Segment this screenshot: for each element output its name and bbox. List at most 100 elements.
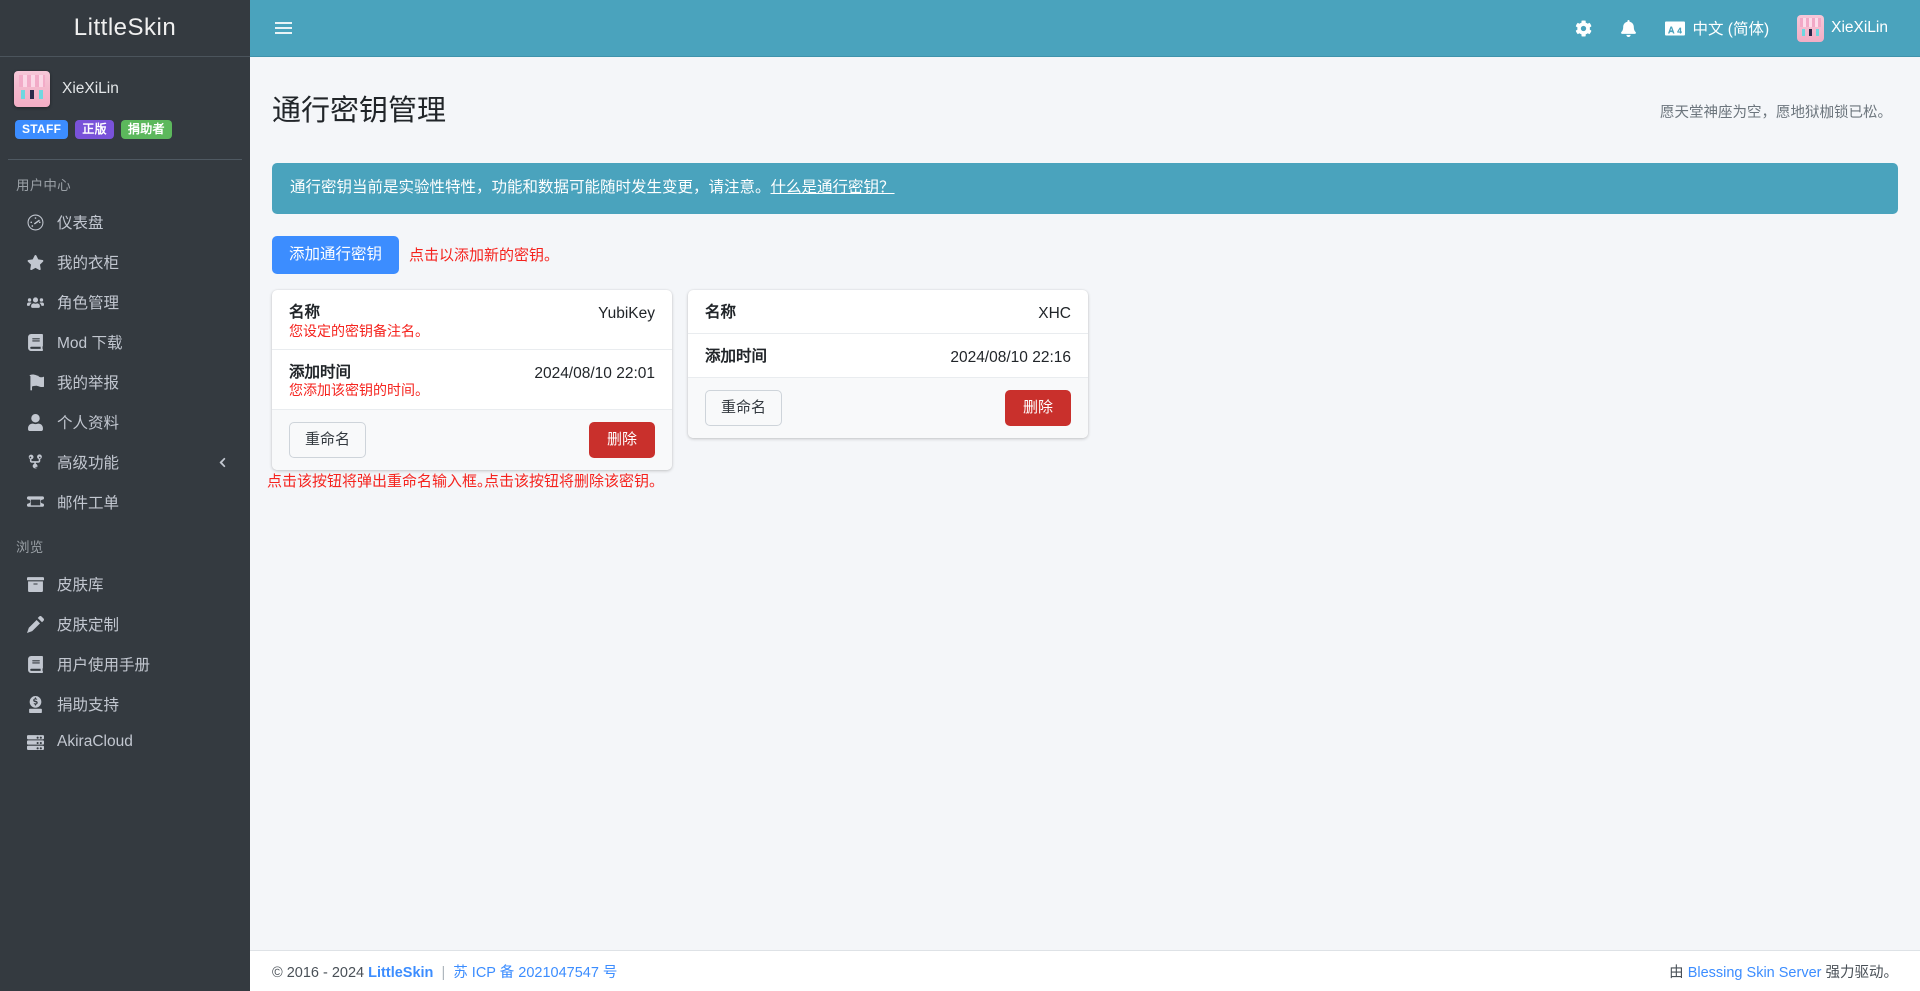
sidebar-item-label: 个人资料 [57,415,120,432]
content-body: 通行密钥当前是实验性特性，功能和数据可能随时发生变更，请注意。什么是通行密钥？ … [250,162,1920,950]
sidebar-item-mod-download[interactable]: Mod 下载 [8,322,242,362]
footer-icp-link[interactable]: 苏 ICP 备 2021047547 号 [453,965,617,981]
topbar: 中文 (简体) XieXiLin [250,0,1920,57]
language-label: 中文 (简体) [1692,21,1770,38]
user-menu[interactable]: XieXiLin [1783,7,1902,50]
donate-icon [22,695,48,713]
user-badges: STAFF 正版 捐助者 [15,120,172,139]
passkey-name-row: 名称 XHC [688,290,1088,335]
badge-staff: STAFF [15,120,69,139]
passkey-time-annotation: 您添加该密钥的时间。 [289,382,429,399]
rename-annotation: 点击该按钮将弹出重命名输入框。 [267,472,493,490]
passkey-cards: 名称 您设定的密钥备注名。 YubiKey 添加时间 您添加该密钥的时间。 20… [267,290,1898,490]
passkey-card-footer: 重命名 删除 [272,409,672,470]
sidebar-item-label: 我的举报 [57,375,120,392]
footer-left: © 2016 - 2024 LittleSkin | 苏 ICP 备 20210… [272,961,617,982]
sitemap-icon [22,453,48,471]
delete-annotation: 点击该按钮将删除该密钥。 [484,472,665,490]
rename-button[interactable]: 重命名 [289,421,367,458]
sidebar-item-label: 捐助支持 [57,697,120,714]
language-selector[interactable]: 中文 (简体) [1651,9,1783,47]
sidebar-nav-user-center: 仪表盘 我的衣柜 角色管理 Mod 下载 我的举报 个人资料 高级功能 邮件工单 [0,202,250,522]
sidebar: LittleSkin XieXiLin STAFF 正版 捐助者 用户中心 仪表… [0,0,250,991]
book-icon [22,655,48,673]
passkey-time-row: 添加时间 2024/08/10 22:16 [688,334,1088,379]
passkey-time-label: 添加时间 [705,348,768,366]
sidebar-item-skin-customize[interactable]: 皮肤定制 [8,604,242,644]
passkey-name-value: XHC [1038,305,1071,323]
flag-icon [22,373,48,391]
rename-button[interactable]: 重命名 [705,390,783,427]
sidebar-item-profile[interactable]: 个人资料 [8,402,242,442]
footer-powered-prefix: 由 [1669,964,1684,981]
passkey-name-label: 名称 [289,304,321,322]
hamburger-icon[interactable] [264,9,302,47]
sidebar-item-skin-library[interactable]: 皮肤库 [8,564,242,604]
avatar [1797,14,1825,42]
passkey-card: 名称 您设定的密钥备注名。 YubiKey 添加时间 您添加该密钥的时间。 20… [272,290,672,470]
sidebar-user-panel: XieXiLin STAFF 正版 捐助者 [0,57,250,145]
sidebar-item-label: 仪表盘 [57,215,104,232]
brand-name: LittleSkin [73,14,177,41]
sidebar-item-label: 邮件工单 [57,495,120,512]
sidebar-item-label: 高级功能 [57,455,120,472]
avatar [14,71,50,107]
topbar-username: XieXiLin [1831,19,1888,36]
main-area: 中文 (简体) XieXiLin 通行密钥管理 愿天堂神座为空，愿地狱枷锁已松。… [250,0,1920,991]
sidebar-item-user-manual[interactable]: 用户使用手册 [8,644,242,684]
sidebar-user-row[interactable]: XieXiLin [14,71,119,107]
add-passkey-annotation: 点击以添加新的密钥。 [409,247,560,265]
sidebar-item-wardrobe[interactable]: 我的衣柜 [8,242,242,282]
language-icon [1665,20,1686,37]
footer-separator: | [441,964,446,981]
sidebar-username: XieXiLin [62,80,119,97]
footer: © 2016 - 2024 LittleSkin | 苏 ICP 备 20210… [250,950,1920,991]
sidebar-nav-browse: 皮肤库 皮肤定制 用户使用手册 捐助支持 AkiraCloud [0,564,250,760]
passkey-name-row: 名称 您设定的密钥备注名。 YubiKey [272,290,672,350]
page-tagline: 愿天堂神座为空，愿地狱枷锁已松。 [1660,105,1892,122]
sidebar-item-dashboard[interactable]: 仪表盘 [8,202,242,242]
sidebar-item-advanced[interactable]: 高级功能 [8,442,242,482]
brand-logo[interactable]: LittleSkin [0,0,250,57]
chevron-left-icon[interactable] [217,457,228,468]
footer-right: 由 Blessing Skin Server 强力驱动。 [1669,961,1898,982]
gear-icon[interactable] [1561,12,1606,45]
passkey-time-value: 2024/08/10 22:01 [534,364,655,382]
bell-icon[interactable] [1606,12,1651,45]
sidebar-item-mail-ticket[interactable]: 邮件工单 [8,482,242,522]
sidebar-item-donate[interactable]: 捐助支持 [8,684,242,724]
add-passkey-button[interactable]: 添加通行密钥 [272,235,400,275]
alert-text: 通行密钥当前是实验性特性，功能和数据可能随时发生变更，请注意。 [290,178,771,196]
book-icon [22,333,48,351]
sidebar-item-reports[interactable]: 我的举报 [8,362,242,402]
passkey-name-label: 名称 [705,304,737,322]
footer-brand-link[interactable]: LittleSkin [368,965,433,981]
sidebar-item-label: 皮肤定制 [57,617,120,634]
toolbar: 添加通行密钥 点击以添加新的密钥。 [272,235,1898,275]
sidebar-item-label: 用户使用手册 [57,657,151,674]
badge-donor: 捐助者 [120,120,172,139]
dashboard-icon [22,213,48,231]
badge-genuine: 正版 [75,120,114,139]
delete-button[interactable]: 删除 [588,421,655,458]
delete-button[interactable]: 删除 [1004,390,1071,427]
sidebar-item-characters[interactable]: 角色管理 [8,282,242,322]
sidebar-item-label: Mod 下载 [57,335,123,352]
server-icon [22,733,48,751]
sidebar-section-header-user-center: 用户中心 [16,178,71,193]
blessing-skin-link[interactable]: Blessing Skin Server [1688,965,1822,981]
star-icon [22,253,48,271]
pencil-icon [22,615,48,633]
sidebar-item-label: 皮肤库 [57,577,104,594]
what-is-passkey-link[interactable]: 什么是通行密钥？ [771,179,895,196]
experimental-alert: 通行密钥当前是实验性特性，功能和数据可能随时发生变更，请注意。什么是通行密钥？ [272,162,1898,214]
footer-powered-suffix: 强力驱动。 [1825,964,1899,981]
users-icon [22,293,48,311]
sidebar-item-akiracloud[interactable]: AkiraCloud [8,724,242,760]
passkey-time-row: 添加时间 您添加该密钥的时间。 2024/08/10 22:01 [272,350,672,410]
passkey-time-label: 添加时间 [289,363,352,381]
sidebar-item-label: AkiraCloud [57,733,133,750]
app-root: LittleSkin XieXiLin STAFF 正版 捐助者 用户中心 仪表… [0,0,1920,991]
topbar-actions: 中文 (简体) XieXiLin [1561,7,1902,50]
page-title: 通行密钥管理 [272,95,447,128]
